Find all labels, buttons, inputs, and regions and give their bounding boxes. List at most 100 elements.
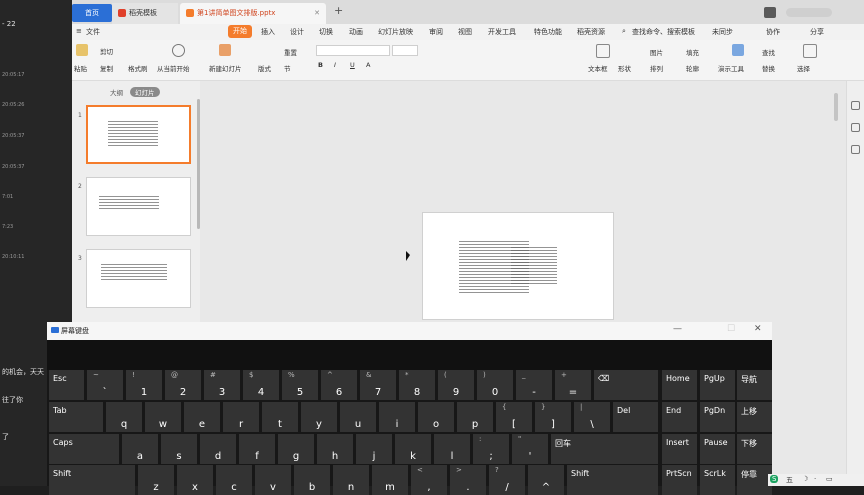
key[interactable]: ^ 6 — [321, 370, 357, 400]
dot-icon[interactable]: · — [814, 475, 816, 483]
font-color-icon[interactable]: A — [366, 61, 370, 69]
key[interactable]: ScrLk — [700, 465, 735, 495]
user-avatar[interactable] — [786, 8, 832, 17]
vertical-scrollbar[interactable] — [834, 93, 838, 121]
key[interactable]: End — [662, 402, 697, 432]
cut-button[interactable]: 剪切 — [100, 46, 113, 56]
key[interactable]: Insert — [662, 434, 697, 464]
key[interactable]: _ - — [516, 370, 552, 400]
menu-developer[interactable]: 开发工具 — [488, 27, 516, 37]
key[interactable]: y — [301, 402, 337, 432]
key[interactable]: PgDn — [700, 402, 735, 432]
key[interactable]: i — [379, 402, 415, 432]
presenter-tools-icon[interactable] — [732, 44, 744, 56]
key[interactable]: k — [395, 434, 431, 464]
account-icon[interactable] — [764, 7, 776, 18]
slide-thumbnail[interactable] — [86, 249, 191, 308]
key[interactable]: ^ — [528, 465, 564, 495]
bold-icon[interactable]: B — [318, 61, 323, 69]
picture-button[interactable]: 图片 — [650, 47, 663, 57]
italic-icon[interactable]: I — [334, 61, 336, 69]
moon-icon[interactable]: ☽ — [802, 475, 808, 483]
key[interactable]: s — [161, 434, 197, 464]
command-search-input[interactable]: 查找命令、搜索模板 — [632, 27, 695, 37]
menu-design[interactable]: 设计 — [290, 27, 304, 37]
key[interactable]: & 7 — [360, 370, 396, 400]
from-current-button[interactable]: 从当前开始 — [157, 63, 190, 73]
key[interactable]: w — [145, 402, 181, 432]
layout-button[interactable]: 版式 — [258, 63, 271, 73]
key[interactable]: ) 0 — [477, 370, 513, 400]
key[interactable]: j — [356, 434, 392, 464]
search-icon[interactable]: ⌕ — [622, 27, 626, 36]
key[interactable]: >. — [450, 465, 486, 495]
key[interactable]: e — [184, 402, 220, 432]
key[interactable]: g — [278, 434, 314, 464]
copy-button[interactable]: 复制 — [100, 63, 113, 73]
menu-special[interactable]: 特色功能 — [534, 27, 562, 37]
key[interactable]: Caps — [49, 434, 119, 464]
close-icon[interactable]: ✕ — [754, 324, 762, 334]
key[interactable]: {[ — [496, 402, 532, 432]
key[interactable]: n — [333, 465, 369, 495]
key[interactable]: PgUp — [700, 370, 735, 400]
slide-canvas[interactable] — [422, 212, 614, 320]
menu-collab[interactable]: 协作 — [766, 27, 780, 37]
key[interactable]: Pause — [700, 434, 735, 464]
select-cursor-icon[interactable] — [803, 44, 817, 58]
key[interactable]: ! 1 — [126, 370, 162, 400]
font-size-select[interactable] — [392, 45, 418, 56]
key[interactable]: b — [294, 465, 330, 495]
key[interactable]: 下移 — [737, 434, 772, 464]
ime-mode[interactable]: 五 — [786, 475, 793, 485]
slide-text-block[interactable] — [511, 247, 557, 285]
menu-insert[interactable]: 插入 — [261, 27, 275, 37]
key[interactable]: u — [340, 402, 376, 432]
new-slide-button[interactable]: 新建幻灯片 — [209, 63, 242, 73]
key[interactable]: }] — [535, 402, 571, 432]
replace-button[interactable]: 替换 — [762, 63, 775, 73]
key[interactable]: ? / — [489, 465, 525, 495]
key[interactable]: :; — [473, 434, 509, 464]
slide-thumbnail[interactable] — [86, 105, 191, 164]
select-button[interactable]: 选择 — [797, 63, 810, 73]
tab-template[interactable]: 稻壳模板 — [112, 3, 178, 24]
key[interactable]: Esc — [49, 370, 84, 400]
key[interactable]: m — [372, 465, 408, 495]
key[interactable]: o — [418, 402, 454, 432]
key[interactable]: 回车 — [551, 434, 658, 464]
key[interactable]: Del — [613, 402, 658, 432]
presenter-tools-button[interactable]: 演示工具 — [718, 63, 744, 73]
key[interactable]: % 5 — [282, 370, 318, 400]
key[interactable]: Shift — [49, 465, 135, 495]
section-button[interactable]: 节 — [284, 63, 291, 73]
slide-thumbnail[interactable] — [86, 177, 191, 236]
sync-status[interactable]: 未同步 — [712, 27, 733, 37]
key[interactable]: | \ — [574, 402, 610, 432]
key[interactable]: Shift — [567, 465, 658, 495]
shapes-button[interactable]: 形状 — [618, 63, 631, 73]
font-family-select[interactable] — [316, 45, 390, 56]
key[interactable]: t — [262, 402, 298, 432]
key[interactable]: 上移 — [737, 402, 772, 432]
key[interactable]: $4 — [243, 370, 279, 400]
play-icon[interactable] — [172, 44, 185, 57]
key[interactable]: c — [216, 465, 252, 495]
key[interactable]: h — [317, 434, 353, 464]
fill-button[interactable]: 填充 — [686, 47, 699, 57]
underline-icon[interactable]: U — [350, 61, 355, 69]
key[interactable]: (9 — [438, 370, 474, 400]
minimize-icon[interactable]: — — [673, 324, 682, 334]
key[interactable]: x — [177, 465, 213, 495]
menu-animation[interactable]: 动画 — [349, 27, 363, 37]
tab-document[interactable]: 第1讲简单图文排版.pptx ✕ — [180, 3, 326, 24]
tab-outline[interactable]: 大纲 — [110, 87, 123, 97]
star-icon[interactable] — [851, 123, 860, 132]
textbox-button[interactable]: 文本框 — [588, 63, 608, 73]
menu-share[interactable]: 分享 — [810, 27, 824, 37]
key[interactable]: q — [106, 402, 142, 432]
maximize-icon[interactable]: ☐ — [727, 324, 735, 334]
key[interactable]: ⌫ — [594, 370, 658, 400]
key[interactable]: a — [122, 434, 158, 464]
key[interactable]: p — [457, 402, 493, 432]
